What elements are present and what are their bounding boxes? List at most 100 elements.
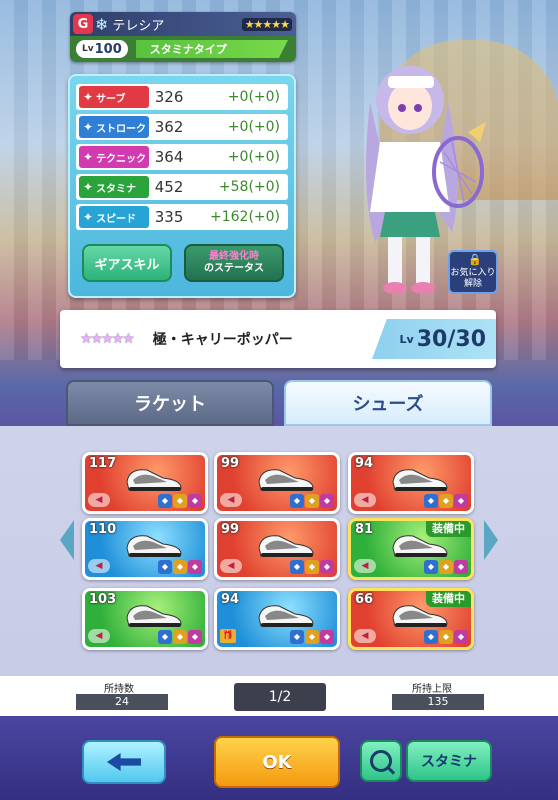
shoe-icon <box>126 535 182 557</box>
skill-icons: ◆ ◆ ◆ <box>289 494 334 508</box>
skill-blue-icon: ◆ <box>158 630 172 644</box>
stat-value: 362 <box>154 118 184 136</box>
stats-panel: ✦ サーブ 326 +0 (+0) ✦ ストローク 362 +0 (+0) ✦ テクニ… <box>68 74 296 298</box>
ok-button[interactable]: OK <box>214 736 340 788</box>
stat-extra: (+0) <box>248 89 280 105</box>
shoe-card[interactable]: 99 ◀ ◆ ◆ ◆ <box>214 452 340 514</box>
gear-skill-button[interactable]: ギアスキル <box>82 244 172 282</box>
back-arrow-icon <box>107 753 141 771</box>
racket-type-icon: ◀ <box>88 559 110 573</box>
shoe-card[interactable]: 94 ◀ ◆ ◆ ◆ <box>348 452 474 514</box>
stat-label: ストローク <box>96 123 147 135</box>
skill-blue-icon: ◆ <box>424 560 438 574</box>
racket-type-icon: ◀ <box>354 559 376 573</box>
limit-label: 所持上限 <box>412 684 452 695</box>
stat-row-serve: ✦ サーブ 326 +0 (+0) <box>76 84 288 110</box>
serve-icon: ✦ <box>83 90 94 104</box>
shoe-card[interactable]: 94 🎁 ◆ ◆ ◆ <box>214 588 340 650</box>
shoe-icon <box>258 535 314 557</box>
owned-label: 所持数 <box>104 684 134 695</box>
stat-label: スピード <box>96 213 137 225</box>
racket-type-icon: ◀ <box>88 629 110 643</box>
card-power: 103 <box>89 592 117 607</box>
skill-icons: ◆ ◆ ◆ <box>423 494 468 508</box>
shoe-card[interactable]: 117 ◀ ◆ ◆ ◆ <box>82 452 208 514</box>
skill-blue-icon: ◆ <box>158 560 172 574</box>
shoe-card[interactable]: 81 ◀ ◆ ◆ ◆ 装備中 <box>348 518 474 580</box>
lock-icon: 🔒 <box>468 253 482 266</box>
limit-count: 135 <box>392 694 484 710</box>
stat-value: 335 <box>154 208 184 226</box>
skill-yellow-icon: ◆ <box>305 560 319 574</box>
stat-row-technique: ✦ テクニック 364 +0 (+0) <box>76 144 288 170</box>
shoe-card[interactable]: 110 ◀ ◆ ◆ ◆ <box>82 518 208 580</box>
shoe-card[interactable]: 103 ◀ ◆ ◆ ◆ <box>82 588 208 650</box>
gift-icon: 🎁 <box>220 629 236 643</box>
stat-extra: (+0) <box>248 179 280 195</box>
racket-type-icon: ◀ <box>220 493 242 507</box>
skill-yellow-icon: ◆ <box>173 494 187 508</box>
stat-bonus: +0 <box>227 119 249 135</box>
stat-bonus: +162 <box>209 209 249 225</box>
shoe-card[interactable]: 66 ◀ ◆ ◆ ◆ 装備中 <box>348 588 474 650</box>
stat-extra: (+0) <box>248 209 280 225</box>
search-button[interactable] <box>360 740 402 782</box>
card-power: 94 <box>355 456 374 471</box>
back-button[interactable] <box>82 740 166 784</box>
skill-yellow-icon: ◆ <box>439 630 453 644</box>
rarity-badge: G <box>73 14 93 34</box>
racket-type-icon: ◀ <box>354 493 376 507</box>
stamina-icon: ✦ <box>83 180 94 194</box>
skill-icons: ◆ ◆ ◆ <box>157 630 202 644</box>
final-status-button[interactable]: 最終強化時 のステータス <box>184 244 284 282</box>
stat-row-stamina: ✦ スタミナ 452 +58 (+0) <box>76 174 288 200</box>
skill-icons: ◆ ◆ ◆ <box>157 560 202 574</box>
skill-pink-icon: ◆ <box>188 630 202 644</box>
racket-type-icon: ◀ <box>354 629 376 643</box>
character-level: Lv 100 <box>76 40 128 58</box>
skill-yellow-icon: ◆ <box>305 630 319 644</box>
stat-label: テクニック <box>96 153 147 165</box>
skill-yellow-icon: ◆ <box>173 630 187 644</box>
skill-blue-icon: ◆ <box>290 630 304 644</box>
skill-pink-icon: ◆ <box>454 494 468 508</box>
character-name: テレシア <box>112 18 165 34</box>
stat-row-stroke: ✦ ストローク 362 +0 (+0) <box>76 114 288 140</box>
snowflake-icon: ❄ <box>95 14 109 34</box>
skill-pink-icon: ◆ <box>454 630 468 644</box>
sort-button[interactable]: スタミナ <box>406 740 492 782</box>
racket-type-icon: ◀ <box>88 493 110 507</box>
skill-blue-icon: ◆ <box>424 630 438 644</box>
favorite-remove-button[interactable]: 🔒 お気に入り 解除 <box>448 250 498 294</box>
stat-value: 326 <box>154 88 184 106</box>
skill-blue-icon: ◆ <box>290 560 304 574</box>
stat-label: スタミナ <box>96 183 137 195</box>
tab-shoes[interactable]: シューズ <box>284 380 492 426</box>
gear-level: Lv 30/30 <box>372 319 496 359</box>
card-power: 99 <box>221 522 240 537</box>
stat-value: 452 <box>154 178 184 196</box>
skill-yellow-icon: ◆ <box>173 560 187 574</box>
stat-extra: (+0) <box>248 119 280 135</box>
skill-pink-icon: ◆ <box>188 494 202 508</box>
skill-yellow-icon: ◆ <box>439 560 453 574</box>
stat-value: 364 <box>154 148 184 166</box>
tab-racket[interactable]: ラケット <box>66 380 274 426</box>
skill-icons: ◆ ◆ ◆ <box>289 630 334 644</box>
character-stars: ★★★★★ <box>241 17 292 31</box>
skill-blue-icon: ◆ <box>290 494 304 508</box>
shoe-card[interactable]: 99 ◀ ◆ ◆ ◆ <box>214 518 340 580</box>
card-power: 117 <box>89 456 117 471</box>
racket-type-icon: ◀ <box>220 559 242 573</box>
technique-icon: ✦ <box>83 150 94 164</box>
page-indicator: 1/2 <box>234 683 326 711</box>
shoe-icon <box>392 469 448 491</box>
skill-blue-icon: ◆ <box>424 494 438 508</box>
shoe-icon <box>126 469 182 491</box>
skill-pink-icon: ◆ <box>188 560 202 574</box>
skill-pink-icon: ◆ <box>320 560 334 574</box>
search-icon <box>370 750 392 772</box>
card-power: 99 <box>221 456 240 471</box>
stat-label: サーブ <box>96 93 126 105</box>
skill-pink-icon: ◆ <box>320 630 334 644</box>
